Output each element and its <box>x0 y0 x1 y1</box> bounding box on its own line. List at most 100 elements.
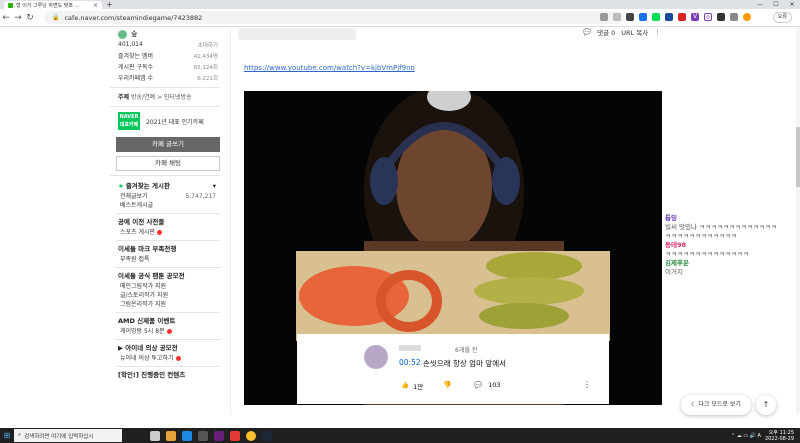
url-copy-button[interactable]: URL 복사 <box>621 27 648 37</box>
extension-icon[interactable] <box>665 13 673 21</box>
chat-message: 동테98 <box>665 241 795 250</box>
task-view-icon[interactable] <box>150 430 160 441</box>
topic-path[interactable]: 방송/연예 > 인터넷방송 <box>131 94 192 101</box>
chat-message: 김제후운 <box>665 259 795 268</box>
menu-item[interactable]: 부족원 접톡 <box>110 255 220 264</box>
stat-row: 게시판 구독수 65,124회 <box>110 61 220 72</box>
new-tab-button[interactable]: + <box>106 0 113 9</box>
youtube-link[interactable]: https://www.youtube.com/watch?v=kjbVmPjf… <box>244 64 415 72</box>
system-tray: ⌃ ☁ ▭ 🔊 A 오후 11:25 2022-08-29 <box>731 428 794 443</box>
menu-item[interactable]: 스포츠 게시판 <box>110 228 220 237</box>
search-icon: ⌕ <box>18 432 22 438</box>
app-icon[interactable] <box>230 430 240 441</box>
divider <box>230 27 231 415</box>
menu-item[interactable]: 메인그림작가 지원 <box>110 282 220 291</box>
more-icon[interactable]: ⋮ <box>583 380 591 389</box>
stat-label: 즐겨찾는 멤버 <box>118 53 154 60</box>
divider <box>110 87 220 88</box>
stat-label: 우리카페앱 수 <box>118 75 154 82</box>
menu-group-header: 공에 이전 사전들 <box>110 216 220 228</box>
menu-group-title: AMD 신제품 이벤트 <box>118 317 176 325</box>
chat-message: 이거지 <box>665 268 795 277</box>
naver-badge: NAVER 대표카페 <box>118 112 140 130</box>
extension-icon[interactable]: V <box>691 13 699 21</box>
browser-toolbar: ← → ↻ 🔒 cafe.naver.com/steamindiegame/74… <box>0 9 800 27</box>
taskbar-search[interactable]: ⌕ 검색하려면 여기에 입력하십시 <box>14 429 122 442</box>
address-bar[interactable]: 🔒 cafe.naver.com/steamindiegame/7423882 <box>44 11 624 24</box>
stat-value: 41,434명 <box>193 53 218 60</box>
comment-count[interactable]: 댓글 0 <box>597 27 615 37</box>
comment-timestamp-link[interactable]: 00:52 <box>399 358 421 367</box>
member-count[interactable]: 401,014 <box>118 41 143 48</box>
topic-label: 주제 <box>118 94 130 101</box>
app-icon[interactable] <box>198 430 208 441</box>
back-icon[interactable]: ← <box>0 13 12 23</box>
close-window-icon[interactable]: ✕ <box>784 0 800 9</box>
clock-time: 오후 11:25 <box>768 429 794 436</box>
thumbs-up-icon: 👍 <box>401 381 410 389</box>
file-explorer-icon[interactable] <box>166 430 176 441</box>
avatar <box>364 345 388 369</box>
post-actions: 💬 댓글 0 URL 복사 ⋮ <box>583 27 661 37</box>
like-button[interactable]: 👍 1만 <box>401 381 423 391</box>
reply-button[interactable]: 💬 103 <box>474 381 501 389</box>
menu-item[interactable]: 베스트게시글 <box>110 201 220 210</box>
menu-item[interactable]: 게이밍랑 5시 8분 <box>110 327 220 336</box>
menu-group-header: 이세돌 마크 부족전쟁 <box>110 243 220 255</box>
topic-breadcrumb: 주제 방송/연예 > 인터넷방송 <box>110 92 220 102</box>
cafe-level-label: 숲 <box>131 30 138 38</box>
search-placeholder: 검색하려면 여기에 입력하십시 <box>24 433 94 440</box>
extension-icon[interactable] <box>639 13 647 21</box>
chrome-icon[interactable] <box>246 430 256 441</box>
like-count: 1만 <box>413 383 424 391</box>
favorites-header[interactable]: ★ 즐겨찾는 게시판 ▾ <box>110 180 220 192</box>
windows-start-icon[interactable]: ⊞ <box>0 431 14 440</box>
avatar[interactable] <box>743 13 751 21</box>
comment-icon[interactable]: 💬 <box>583 28 591 36</box>
thumbs-down-icon[interactable]: 👎 <box>443 381 452 389</box>
tray-icons[interactable]: ⌃ ☁ ▭ 🔊 A <box>731 433 761 439</box>
profile-button[interactable]: 오류 <box>772 12 792 23</box>
maximize-icon[interactable]: ☐ <box>768 0 784 9</box>
menu-item[interactable]: 뉴이네 의상 투고하기 <box>110 354 220 363</box>
reload-icon[interactable]: ↻ <box>24 13 36 23</box>
stat-label: 게시판 구독수 <box>118 64 154 71</box>
new-badge <box>157 230 163 235</box>
menu-item[interactable]: 전체글보기 5,747,217 <box>110 192 220 201</box>
scroll-top-button[interactable]: ↑ <box>756 395 776 415</box>
menu-item[interactable]: 글/스토리작가 지원 <box>110 291 220 300</box>
extension-icon[interactable] <box>652 13 660 21</box>
browser-tab[interactable]: 형 이거 그루닝 하면도 맞죠 ... × <box>4 1 102 9</box>
chevron-down-icon[interactable]: ▾ <box>213 180 216 192</box>
share-icon[interactable] <box>600 13 608 21</box>
extension-icon[interactable]: o <box>704 13 712 21</box>
menu-item-label: 글/스토리작가 지원 <box>120 292 169 299</box>
video-embed[interactable]: 6개월 전 00:52 손씻으래 항상 엄마 앞에서 👍 1만 👎 💬 103 ⋮ <box>244 91 662 405</box>
extension-icon[interactable] <box>678 13 686 21</box>
dark-mode-button[interactable]: ☾ 다크 모드로 보기 <box>681 395 751 415</box>
taskbar: ⊞ ⌕ 검색하려면 여기에 입력하십시 ⌃ ☁ ▭ 🔊 A 오후 11:25 2… <box>0 428 800 443</box>
minimize-icon[interactable]: — <box>752 0 768 9</box>
star-icon[interactable] <box>613 13 621 21</box>
extension-icon[interactable] <box>626 13 634 21</box>
clock[interactable]: 오후 11:25 2022-08-29 <box>765 430 794 442</box>
puzzle-icon[interactable] <box>730 13 738 21</box>
chat-text: 빌씨 맛밌나 ㅋㅋㅋㅋㅋㅋㅋㅋㅋㅋㅋㅋㅋ <box>665 223 777 231</box>
edge-icon[interactable] <box>182 430 192 441</box>
steam-icon[interactable] <box>262 430 272 441</box>
clock-date: 2022-08-29 <box>764 435 794 442</box>
scroll-thumb[interactable] <box>796 127 800 187</box>
page-scrollbar[interactable] <box>796 27 800 415</box>
dark-mode-label: 다크 모드로 보기 <box>698 401 741 408</box>
visual-studio-icon[interactable] <box>214 430 224 441</box>
forward-icon[interactable]: → <box>12 13 24 23</box>
menu-item[interactable]: 그림온리작가 지원 <box>110 300 220 309</box>
cafe-chat-button[interactable]: 카페 채팅 <box>116 156 220 171</box>
extension-icon[interactable] <box>717 13 725 21</box>
more-icon[interactable]: ⋮ <box>654 28 661 36</box>
write-post-button[interactable]: 카페 글쓰기 <box>116 137 220 152</box>
naver-favicon-icon <box>8 2 13 8</box>
close-icon[interactable]: × <box>93 2 98 9</box>
tree-icon <box>118 29 127 39</box>
invite-link[interactable]: 초대하기 <box>198 41 218 49</box>
